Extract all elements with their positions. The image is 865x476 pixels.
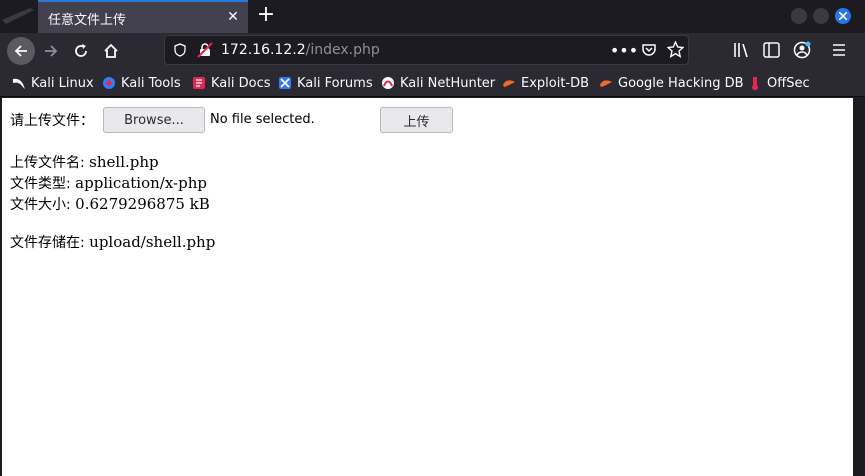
page-actions-icon[interactable]: ••• [610,39,638,61]
tab-title: 任意文件上传 [48,13,127,28]
exploit-db-icon [503,80,515,87]
menu-icon[interactable] [832,43,846,57]
result-filetype-line: 文件类型: application/x-php [10,173,207,193]
bookmark-offsec[interactable]: OffSec [748,74,810,92]
close-window-button[interactable] [835,8,851,24]
kali-dragon-icon [13,78,25,89]
tab-close-icon[interactable]: ✕ [224,8,242,26]
pocket-icon[interactable] [641,42,657,58]
back-button[interactable] [7,37,35,65]
shield-icon[interactable] [173,43,187,57]
result-stored-label: 文件存储在: [10,235,90,251]
result-filename-value: shell.php [89,153,159,171]
url-host: 172.16.12.2 [221,42,306,58]
kali-forums-icon [279,77,291,89]
maximize-button[interactable] [813,8,829,24]
window-edge [853,98,865,476]
ghdb-icon [600,80,612,87]
result-stored-line: 文件存储在: upload/shell.php [10,232,215,252]
result-filename-label: 上传文件名: [10,155,90,171]
arrow-left-icon [14,45,27,57]
sidebar-icon[interactable] [763,42,780,58]
account-icon[interactable] [793,41,811,59]
minimize-button[interactable] [791,8,807,24]
result-filetype-label: 文件类型: [10,176,76,192]
result-filetype-value: application/x-php [75,174,207,192]
result-filesize-line: 文件大小: 0.6279296875 kB [10,194,210,214]
bookmark-kali-docs[interactable]: Kali Docs [192,74,271,92]
bookmark-kali-nethunter[interactable]: Kali NetHunter [381,74,495,92]
bookmark-star-icon[interactable] [667,41,684,58]
library-icon[interactable] [733,42,751,58]
bookmark-label: Kali NetHunter [400,75,496,91]
bookmarks-toolbar: Kali Linux Kali Tools Kali Docs Kali For… [0,69,865,97]
reload-icon [75,44,87,57]
result-filesize-value: 0.6279296875 kB [75,195,210,213]
close-icon [839,12,847,20]
kali-dragon-deco-icon [2,8,34,24]
result-filesize-label: 文件大小: [10,197,76,213]
bookmark-kali-tools[interactable]: Kali Tools [102,74,181,92]
bookmark-label: Kali Tools [121,75,181,91]
forward-button[interactable] [37,37,65,65]
url-text[interactable]: 172.16.12.2/index.php [221,42,380,58]
upload-label: 请上传文件： [10,113,94,129]
result-stored-value: upload/shell.php [89,233,216,251]
bookmark-label: Kali Docs [211,75,271,91]
new-tab-button[interactable]: + [254,4,278,28]
browse-button[interactable]: Browse... [103,107,205,133]
tab-strip: 任意文件上传 ✕ + [0,0,865,33]
nethunter-icon [382,77,394,89]
url-path: /index.php [305,42,380,58]
arrow-right-icon [45,45,58,57]
bookmark-label: Exploit-DB [521,75,590,91]
bookmark-label: Kali Linux [31,75,94,91]
result-filename-line: 上传文件名: shell.php [10,152,159,172]
home-button[interactable] [97,37,125,65]
bookmark-kali-forums[interactable]: Kali Forums [278,74,373,92]
bookmark-google-hacking-db[interactable]: Google Hacking DB [599,74,744,92]
bookmark-label: Google Hacking DB [618,75,744,91]
bookmark-kali-linux[interactable]: Kali Linux [12,74,94,92]
kali-docs-icon [193,77,205,89]
navigation-toolbar: 172.16.12.2/index.php ••• [0,33,865,69]
url-bar[interactable]: 172.16.12.2/index.php ••• [164,35,689,65]
tab-active[interactable]: 任意文件上传 ✕ [38,0,248,33]
file-status-text: No file selected. [210,112,315,127]
bookmark-exploit-db[interactable]: Exploit-DB [502,74,589,92]
offsec-icon [752,77,758,90]
reload-button[interactable] [67,37,95,65]
home-icon [104,43,118,58]
kali-tools-icon [103,77,115,89]
insecure-lock-icon[interactable] [197,42,213,58]
bookmark-label: Kali Forums [297,75,373,91]
page-content: 请上传文件： Browse... No file selected. 上传 上传… [2,98,853,476]
upload-form-row: 请上传文件： [10,106,94,134]
upload-submit-button[interactable]: 上传 [380,107,453,133]
bookmark-label: OffSec [767,75,810,91]
